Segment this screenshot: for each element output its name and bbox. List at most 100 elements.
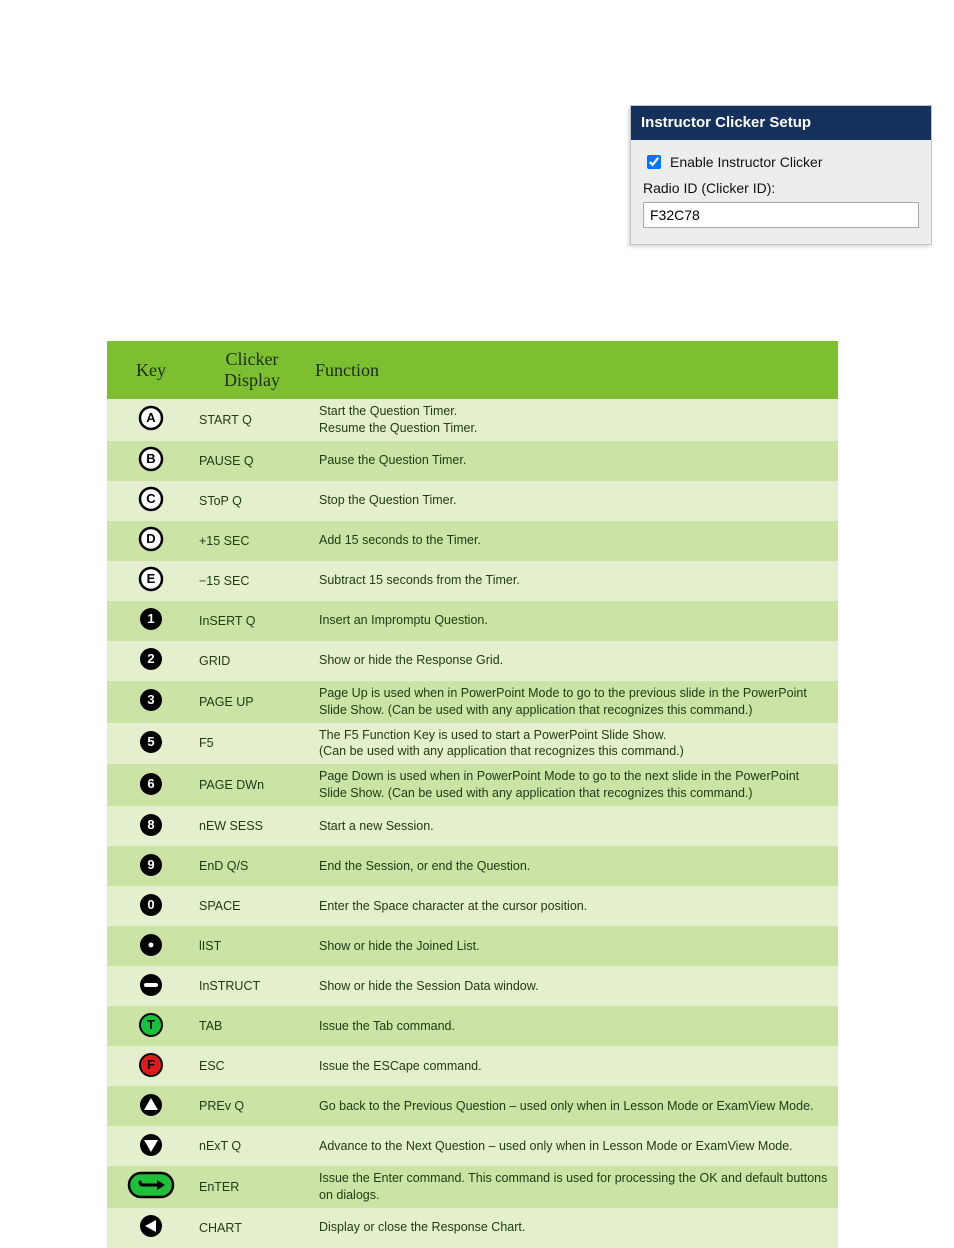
function-cell: Subtract 15 seconds from the Timer. [313, 572, 838, 589]
key-icon-cell: 8 [107, 812, 195, 838]
key-icon-cell [107, 932, 195, 958]
clicker-display-cell: GRID [195, 654, 313, 668]
key-icon-cell: D [107, 526, 195, 552]
function-cell: Go back to the Previous Question – used … [313, 1098, 838, 1115]
svg-text:C: C [146, 491, 156, 506]
key-icon-false: F [138, 1052, 164, 1078]
svg-text:B: B [146, 451, 155, 466]
table-row: lISTShow or hide the Joined List. [107, 926, 838, 966]
function-cell: Start the Question Timer. Resume the Que… [313, 403, 838, 437]
clicker-display-cell: TAB [195, 1019, 313, 1033]
function-cell: Start a new Session. [313, 818, 838, 835]
function-cell: Page Up is used when in PowerPoint Mode … [313, 685, 838, 719]
svg-text:1: 1 [147, 611, 154, 626]
clicker-key-table: Key Clicker Display Function ASTART QSta… [107, 341, 838, 1248]
function-cell: Issue the ESCape command. [313, 1058, 838, 1075]
header-function: Function [309, 360, 838, 381]
key-icon-arrow-up [138, 1092, 164, 1118]
key-icon-number-6: 6 [138, 771, 164, 797]
svg-text:6: 6 [147, 776, 154, 791]
svg-text:8: 8 [147, 817, 154, 832]
key-icon-letter-A: A [138, 405, 164, 431]
table-row: A START QStart the Question Timer. Resume… [107, 399, 838, 441]
svg-text:T: T [147, 1017, 155, 1032]
key-icon-cell: T [107, 1012, 195, 1038]
enable-instructor-clicker-row[interactable]: Enable Instructor Clicker [643, 152, 919, 172]
table-row: F ESCIssue the ESCape command. [107, 1046, 838, 1086]
table-header: Key Clicker Display Function [107, 341, 838, 399]
clicker-display-cell: ESC [195, 1059, 313, 1073]
table-row: 6 PAGE DWnPage Down is used when in Power… [107, 764, 838, 806]
panel-body: Enable Instructor Clicker Radio ID (Clic… [631, 140, 931, 244]
table-row: T TABIssue the Tab command. [107, 1006, 838, 1046]
instructor-clicker-setup-panel: Instructor Clicker Setup Enable Instruct… [630, 105, 932, 245]
key-icon-cell: 9 [107, 852, 195, 878]
table-row: InSTRUCTShow or hide the Session Data wi… [107, 966, 838, 1006]
svg-text:9: 9 [147, 857, 154, 872]
key-icon-number-5: 5 [138, 729, 164, 755]
svg-text:3: 3 [147, 692, 154, 707]
clicker-display-cell: PAUSE Q [195, 454, 313, 468]
key-icon-cell: C [107, 486, 195, 512]
table-row: PREv QGo back to the Previous Question –… [107, 1086, 838, 1126]
key-icon-number-1: 1 [138, 606, 164, 632]
function-cell: Stop the Question Timer. [313, 492, 838, 509]
key-icon-cell: 3 [107, 687, 195, 713]
key-icon-letter-C: C [138, 486, 164, 512]
key-icon-enter [127, 1170, 175, 1200]
function-cell: Issue the Enter command. This command is… [313, 1170, 838, 1204]
function-cell: Show or hide the Session Data window. [313, 978, 838, 995]
key-icon-letter-D: D [138, 526, 164, 552]
table-row: 8nEW SESSStart a new Session. [107, 806, 838, 846]
svg-text:5: 5 [147, 734, 154, 749]
clicker-display-cell: F5 [195, 736, 313, 750]
table-row: D+15 SECAdd 15 seconds to the Timer. [107, 521, 838, 561]
clicker-display-cell: −15 SEC [195, 574, 313, 588]
clicker-display-cell: nExT Q [195, 1139, 313, 1153]
function-cell: Enter the Space character at the cursor … [313, 898, 838, 915]
key-icon-letter-E: E [138, 566, 164, 592]
clicker-display-cell: SToP Q [195, 494, 313, 508]
key-icon-number-2: 2 [138, 646, 164, 672]
key-icon-minus [138, 972, 164, 998]
key-icon-cell: E [107, 566, 195, 592]
key-icon-cell: 6 [107, 771, 195, 797]
key-icon-letter-B: B [138, 446, 164, 472]
key-icon-cell: 2 [107, 646, 195, 672]
function-cell: Issue the Tab command. [313, 1018, 838, 1035]
clicker-display-cell: EnD Q/S [195, 859, 313, 873]
function-cell: Pause the Question Timer. [313, 452, 838, 469]
key-icon-arrow-down [138, 1132, 164, 1158]
radio-id-input[interactable] [643, 202, 919, 228]
table-row: B PAUSE QPause the Question Timer. [107, 441, 838, 481]
key-icon-number-0: 0 [138, 892, 164, 918]
clicker-display-cell: SPACE [195, 899, 313, 913]
clicker-display-cell: InSTRUCT [195, 979, 313, 993]
radio-id-label: Radio ID (Clicker ID): [643, 180, 919, 196]
clicker-display-cell: PAGE DWn [195, 778, 313, 792]
table-row: CHARTDisplay or close the Response Chart… [107, 1208, 838, 1248]
table-row: 1InSERT QInsert an Impromptu Question. [107, 601, 838, 641]
table-row: 5F5The F5 Function Key is used to start … [107, 723, 838, 765]
header-display: Clicker Display [195, 349, 309, 391]
key-icon-cell: A [107, 405, 195, 431]
function-cell: Page Down is used when in PowerPoint Mod… [313, 768, 838, 802]
table-row: EnTERIssue the Enter command. This comma… [107, 1166, 838, 1208]
key-icon-cell: B [107, 446, 195, 472]
key-icon-chart [138, 1213, 164, 1239]
key-icon-number-9: 9 [138, 852, 164, 878]
header-key: Key [107, 360, 195, 381]
clicker-display-cell: lIST [195, 939, 313, 953]
function-cell: Show or hide the Joined List. [313, 938, 838, 955]
key-icon-cell [107, 1170, 195, 1200]
clicker-display-cell: PREv Q [195, 1099, 313, 1113]
key-icon-cell [107, 972, 195, 998]
key-icon-dot [138, 932, 164, 958]
table-row: 3PAGE UPPage Up is used when in PowerPoi… [107, 681, 838, 723]
enable-instructor-clicker-checkbox[interactable] [647, 155, 661, 169]
svg-text:2: 2 [147, 651, 154, 666]
table-row: 0 SPACEEnter the Space character at the c… [107, 886, 838, 926]
clicker-display-cell: START Q [195, 413, 313, 427]
table-row: nExT QAdvance to the Next Question – use… [107, 1126, 838, 1166]
function-cell: End the Session, or end the Question. [313, 858, 838, 875]
